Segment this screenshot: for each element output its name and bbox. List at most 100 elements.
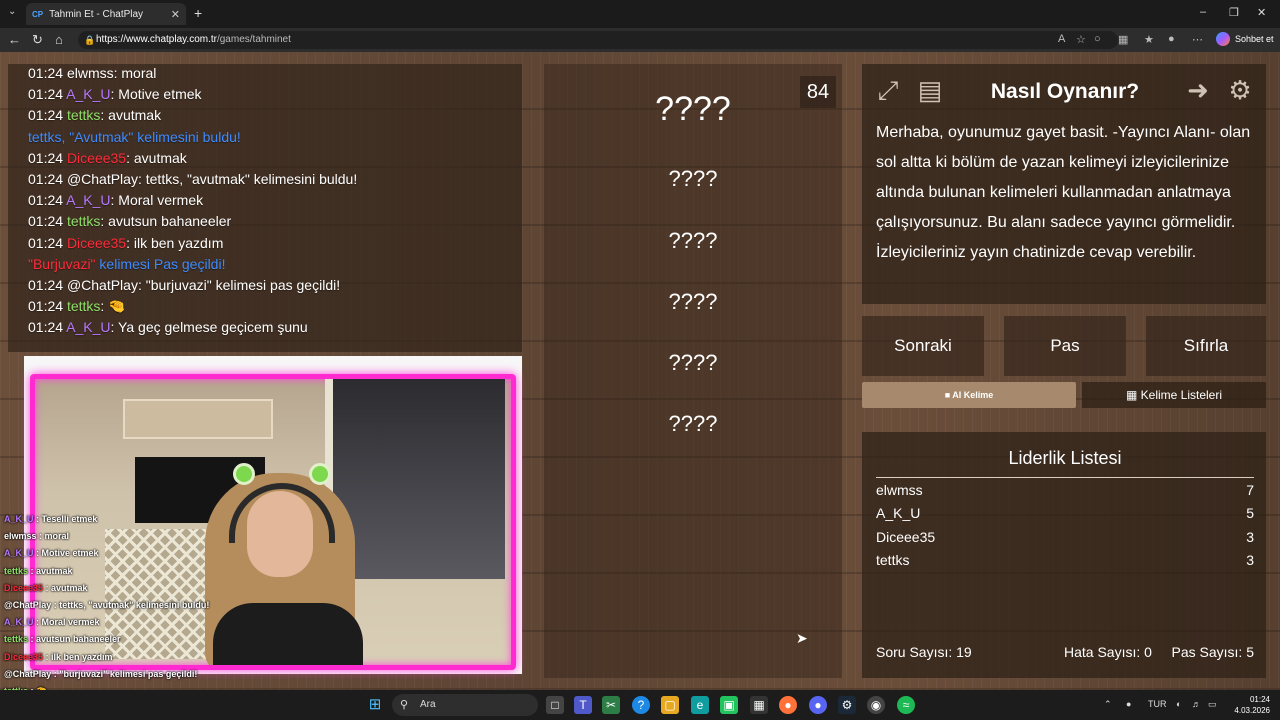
chat-username[interactable]: Diceee35 bbox=[67, 150, 126, 166]
tray-chevron-icon[interactable]: ⌃ bbox=[1104, 699, 1112, 710]
gear-icon[interactable]: ⚙ bbox=[1224, 74, 1256, 106]
tracking-icon[interactable]: ○ bbox=[1094, 33, 1101, 45]
chat-text: kelimesi Pas geçildi! bbox=[95, 255, 226, 272]
reset-button[interactable]: Sıfırla bbox=[1146, 316, 1266, 376]
chat-username[interactable]: @ChatPlay bbox=[67, 171, 138, 187]
chat-username[interactable]: Diceee35 bbox=[67, 235, 126, 251]
chat-username[interactable]: tettks bbox=[67, 213, 100, 229]
overlay-username: elwmss bbox=[4, 531, 37, 542]
refresh-icon[interactable]: ↻ bbox=[32, 32, 43, 48]
spotify-icon[interactable]: ≈ bbox=[897, 696, 915, 714]
file-explorer-icon[interactable]: ▢ bbox=[661, 696, 679, 714]
chat-message: 01:24 tettks: avutsun bahaneeler bbox=[28, 213, 231, 229]
chat-text: : ilk ben yazdım bbox=[126, 234, 224, 251]
fullscreen-icon[interactable]: ⤢ bbox=[872, 74, 904, 106]
chat-username[interactable]: elwmss bbox=[67, 65, 114, 81]
chat-username[interactable]: tettks, "Avutmak" bbox=[28, 129, 133, 145]
leaderboard-title: Liderlik Listesi bbox=[876, 448, 1254, 478]
player-score: 7 bbox=[1246, 482, 1254, 498]
url-field[interactable]: 🔒 https://www.chatplay.com.tr/games/tahm… bbox=[78, 31, 1118, 49]
chat-text: : avutsun bahaneeler bbox=[100, 213, 232, 230]
maximize-icon[interactable]: ❐ bbox=[1229, 6, 1239, 19]
frog-ear-left-icon bbox=[233, 463, 255, 485]
overlay-username: @ChatPlay bbox=[4, 600, 52, 610]
overlay-chat-message: A_K_U : Moral vermek bbox=[4, 617, 100, 627]
chat-message: tettks, "Avutmak" kelimesini buldu! bbox=[28, 129, 241, 145]
xbox-icon[interactable]: ▣ bbox=[720, 696, 738, 714]
overlay-chat-message: tettks : avutmak bbox=[4, 566, 73, 576]
back-icon[interactable]: ← bbox=[8, 32, 21, 47]
overlay-chat-message: A_K_U : Teselli etmek bbox=[4, 514, 97, 524]
leaderboard-row: A_K_U 5 bbox=[876, 505, 1254, 521]
more-menu-icon[interactable]: ⋯ bbox=[1192, 33, 1203, 46]
chat-timestamp: 01:24 bbox=[28, 319, 64, 336]
ai-word-button[interactable]: ■ AI Kelime bbox=[862, 382, 1076, 408]
chat-username[interactable]: A_K_U bbox=[66, 319, 110, 335]
chat-text: : Moral vermek bbox=[110, 192, 204, 209]
favorites-icon[interactable]: ★ bbox=[1144, 33, 1154, 46]
pass-button[interactable]: Pas bbox=[1004, 316, 1126, 376]
minimize-icon[interactable]: – bbox=[1200, 6, 1206, 18]
language-indicator[interactable]: TUR bbox=[1148, 699, 1167, 709]
browser-tab[interactable]: CP Tahmin Et - ChatPlay ✕ bbox=[26, 3, 186, 25]
taskbar-clock[interactable]: 01:24 4.03.2026 bbox=[1230, 694, 1270, 716]
discord-icon[interactable]: ● bbox=[809, 696, 827, 714]
overlay-username: A_K_U bbox=[4, 548, 34, 559]
extensions-icon[interactable]: ▦ bbox=[1118, 33, 1128, 46]
chat-message: 01:24 Diceee35: ilk ben yazdım bbox=[28, 235, 223, 251]
home-icon[interactable]: ⌂ bbox=[55, 32, 63, 47]
copilot-label: Sohbet et bbox=[1235, 34, 1274, 44]
steam-icon[interactable]: ⚙ bbox=[838, 696, 856, 714]
chat-username[interactable]: @ChatPlay bbox=[67, 277, 138, 293]
chat-message: 01:24 @ChatPlay: tettks, "avutmak" kelim… bbox=[28, 171, 357, 187]
chat-text: : "burjuvazi" kelimesi pas geçildi! bbox=[137, 277, 341, 293]
chat-text: : moral bbox=[113, 65, 157, 81]
taskbar-search[interactable]: ⚲ Ara bbox=[392, 694, 538, 716]
battery-icon[interactable]: ▭ bbox=[1208, 699, 1217, 710]
chat-username[interactable]: A_K_U bbox=[66, 192, 110, 208]
copilot-button[interactable]: Sohbet et bbox=[1216, 32, 1274, 46]
next-button[interactable]: Sonraki bbox=[862, 316, 984, 376]
window-close-icon[interactable]: ✕ bbox=[1257, 6, 1266, 19]
wifi-icon[interactable]: ◐ bbox=[1176, 699, 1181, 709]
pass-count: Pas Sayısı: 5 bbox=[1171, 644, 1254, 660]
chat-message: 01:24 A_K_U: Ya geç gelmese geçicem şunu bbox=[28, 319, 308, 335]
overlay-text: : "burjuvazi" kelimesi pas geçildi! bbox=[51, 668, 198, 679]
overlay-username: tettks bbox=[4, 634, 29, 645]
logout-icon[interactable]: ➜ bbox=[1182, 74, 1214, 106]
chat-text: : avutmak bbox=[100, 107, 162, 124]
tab-menu-icon[interactable]: ⌄ bbox=[8, 6, 16, 17]
favorite-star-icon[interactable]: ☆ bbox=[1076, 33, 1086, 46]
teams-icon[interactable]: T bbox=[574, 696, 592, 714]
chat-username[interactable]: tettks bbox=[67, 298, 100, 314]
chat-username[interactable]: "Burjuvazi" bbox=[28, 256, 96, 272]
read-aloud-icon[interactable]: A bbox=[1058, 33, 1065, 45]
profile-icon[interactable]: ● bbox=[1168, 33, 1175, 45]
forbidden-word: ???? bbox=[668, 166, 718, 191]
overlay-text: : Teselli etmek bbox=[33, 514, 98, 524]
store-icon[interactable]: ▦ bbox=[750, 696, 768, 714]
document-icon[interactable]: ▤ bbox=[914, 74, 946, 106]
windows-start-icon[interactable]: ⊞ bbox=[366, 696, 384, 714]
chat-username[interactable]: tettks bbox=[67, 107, 100, 123]
new-tab-icon[interactable]: + bbox=[194, 5, 202, 21]
chat-message: 01:24 Diceee35: avutmak bbox=[28, 150, 187, 166]
firefox-icon[interactable]: ● bbox=[779, 696, 797, 714]
close-tab-icon[interactable]: ✕ bbox=[171, 8, 180, 21]
help-icon[interactable]: ? bbox=[632, 696, 650, 714]
chat-text: : Ya geç gelmese geçicem şunu bbox=[110, 319, 308, 336]
mouse-cursor-icon: ➤ bbox=[796, 630, 808, 646]
chat-username[interactable]: A_K_U bbox=[66, 86, 110, 102]
microphone-icon[interactable]: ● bbox=[1126, 699, 1131, 709]
edge-icon[interactable]: e bbox=[691, 696, 709, 714]
overlay-chat-message: @ChatPlay : tettks, "avutmak" kelimesini… bbox=[4, 600, 209, 610]
task-view-icon[interactable]: □ bbox=[546, 696, 564, 714]
overlay-chat-message: elwmss : moral bbox=[4, 531, 69, 541]
game-stats: Soru Sayısı: 19 Hata Sayısı: 0 Pas Sayıs… bbox=[876, 644, 1254, 660]
overlay-text: : Moral vermek bbox=[33, 617, 100, 628]
volume-icon[interactable]: ♬ bbox=[1192, 699, 1201, 709]
snip-icon[interactable]: ✂ bbox=[602, 696, 620, 714]
obs-icon[interactable]: ◉ bbox=[867, 696, 885, 714]
word-lists-button[interactable]: ▦ Kelime Listeleri bbox=[1082, 382, 1266, 408]
error-count: Hata Sayısı: 0 bbox=[1064, 644, 1152, 660]
